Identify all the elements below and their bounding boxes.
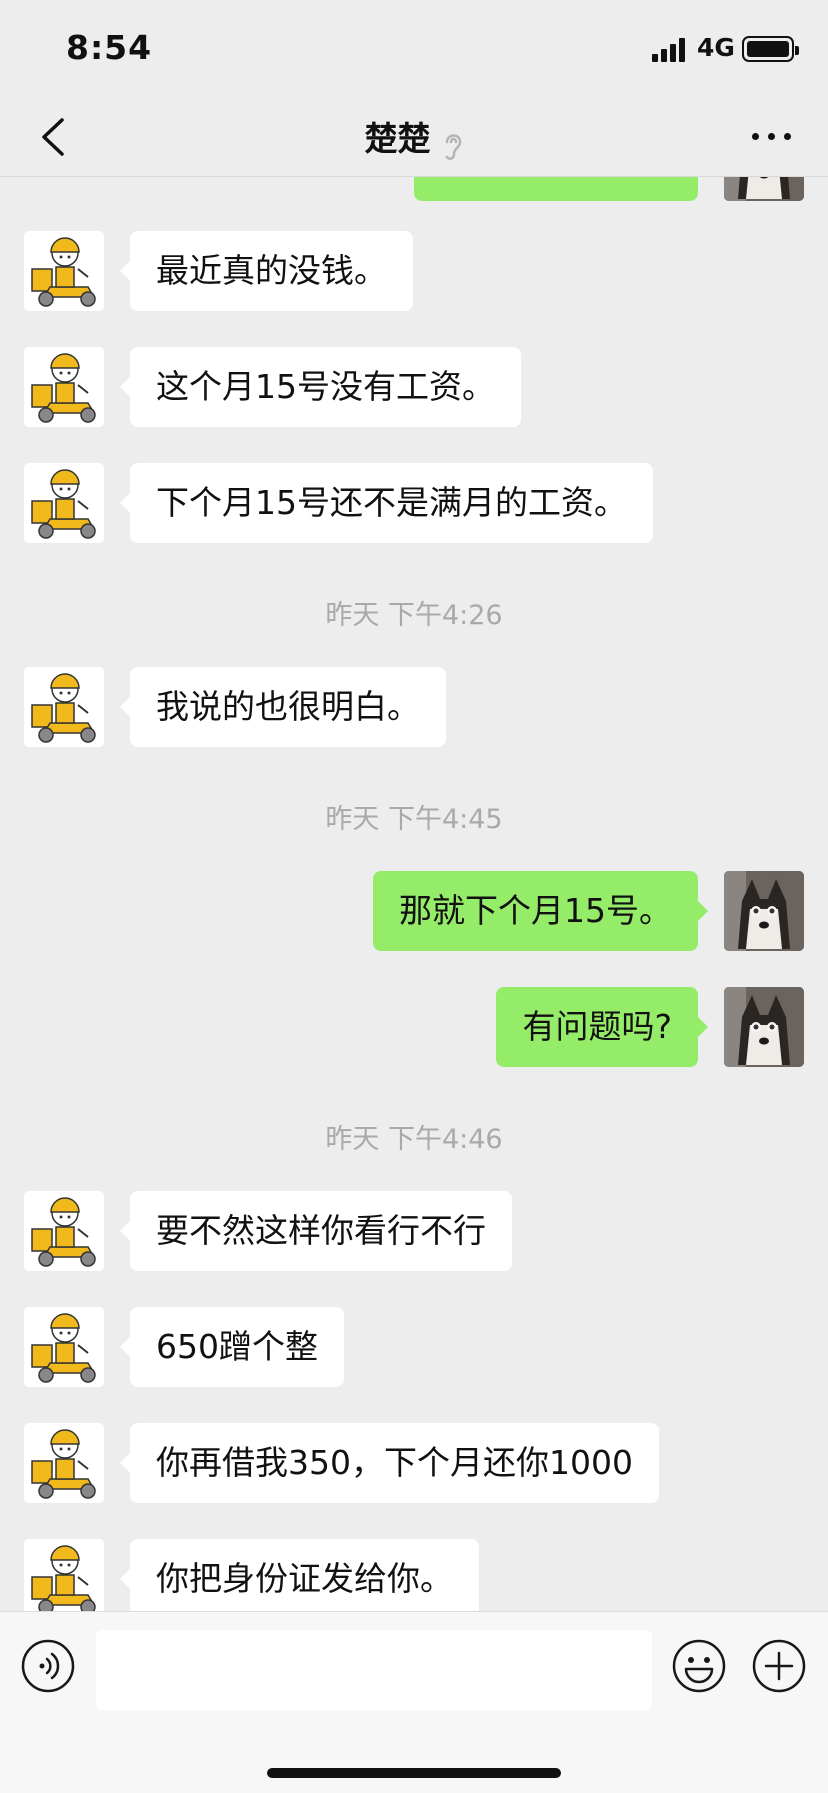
ear-icon bbox=[445, 133, 461, 160]
home-indicator[interactable] bbox=[267, 1768, 561, 1778]
delivery-rider-avatar-icon bbox=[24, 231, 104, 311]
message-bubble-outgoing[interactable] bbox=[414, 177, 698, 201]
message-row-incoming: 你把身份证发给你。 bbox=[0, 1539, 828, 1611]
more-functions-button[interactable] bbox=[751, 1638, 807, 1694]
delivery-rider-avatar-icon bbox=[24, 1191, 104, 1271]
message-timestamp: 昨天 下午4:45 bbox=[325, 804, 503, 835]
voice-button[interactable] bbox=[20, 1638, 76, 1694]
battery-icon bbox=[742, 36, 799, 62]
avatar-self[interactable] bbox=[724, 987, 804, 1067]
delivery-rider-avatar-icon bbox=[24, 347, 104, 427]
message-bubble-incoming[interactable]: 你把身份证发给你。 bbox=[120, 1539, 479, 1611]
message-bubble-outgoing[interactable]: 有问题吗? bbox=[496, 987, 708, 1067]
message-row-incoming: 下个月15号还不是满月的工资。 bbox=[0, 463, 828, 547]
message-row-incoming: 650蹭个整 bbox=[0, 1307, 828, 1391]
message-bubble-incoming[interactable]: 你再借我350，下个月还你1000 bbox=[120, 1423, 659, 1503]
avatar-contact[interactable] bbox=[24, 667, 104, 747]
avatar-self[interactable] bbox=[724, 177, 804, 201]
message-bubble-outgoing[interactable]: 那就下个月15号。 bbox=[373, 871, 708, 951]
message-row-outgoing: 那就下个月15号。 bbox=[0, 871, 828, 955]
message-bubble-incoming[interactable]: 我说的也很明白。 bbox=[120, 667, 446, 747]
contact-name: 楚楚 bbox=[364, 119, 431, 158]
voice-icon bbox=[21, 1639, 75, 1693]
message-row-incoming: 最近真的没钱。 bbox=[0, 231, 828, 315]
delivery-rider-avatar-icon bbox=[24, 1539, 104, 1611]
message-timestamp: 昨天 下午4:46 bbox=[325, 1124, 503, 1155]
smiley-icon bbox=[672, 1639, 726, 1693]
chat-input-bar bbox=[0, 1611, 828, 1793]
husky-avatar-icon bbox=[724, 177, 804, 201]
husky-avatar-icon bbox=[724, 987, 804, 1067]
message-row-incoming: 你再借我350，下个月还你1000 bbox=[0, 1423, 828, 1507]
delivery-rider-avatar-icon bbox=[24, 463, 104, 543]
avatar-contact[interactable] bbox=[24, 1191, 104, 1271]
more-options-button[interactable] bbox=[752, 130, 792, 144]
avatar-contact[interactable] bbox=[24, 231, 104, 311]
avatar-contact[interactable] bbox=[24, 1539, 104, 1611]
avatar-contact[interactable] bbox=[24, 463, 104, 543]
message-input[interactable] bbox=[96, 1630, 652, 1710]
status-time: 8:54 bbox=[66, 28, 153, 67]
avatar-contact[interactable] bbox=[24, 1423, 104, 1503]
avatar-contact[interactable] bbox=[24, 1307, 104, 1387]
message-row-incoming: 这个月15号没有工资。 bbox=[0, 347, 828, 431]
network-type: 4G bbox=[697, 33, 735, 62]
message-list[interactable]: 最近真的没钱。 这个月15号没有工资。 下个月15号还不是满月的工资。 昨天 下… bbox=[0, 177, 828, 1611]
chat-header: 楚楚 bbox=[0, 100, 828, 177]
message-row-incoming: 我说的也很明白。 bbox=[0, 667, 828, 751]
avatar-self[interactable] bbox=[724, 871, 804, 951]
message-row-outgoing: 有问题吗? bbox=[0, 987, 828, 1071]
plus-icon bbox=[752, 1639, 806, 1693]
message-bubble-incoming[interactable]: 这个月15号没有工资。 bbox=[120, 347, 521, 427]
message-timestamp: 昨天 下午4:26 bbox=[325, 600, 503, 631]
message-row-outgoing bbox=[0, 177, 828, 205]
message-row-incoming: 要不然这样你看行不行 bbox=[0, 1191, 828, 1275]
delivery-rider-avatar-icon bbox=[24, 1307, 104, 1387]
message-bubble-incoming[interactable]: 要不然这样你看行不行 bbox=[120, 1191, 512, 1271]
delivery-rider-avatar-icon bbox=[24, 1423, 104, 1503]
message-bubble-incoming[interactable]: 650蹭个整 bbox=[120, 1307, 344, 1387]
delivery-rider-avatar-icon bbox=[24, 667, 104, 747]
status-bar: 8:54 4G bbox=[0, 0, 828, 100]
husky-avatar-icon bbox=[724, 871, 804, 951]
avatar-contact[interactable] bbox=[24, 347, 104, 427]
signal-icon bbox=[652, 38, 686, 62]
message-bubble-incoming[interactable]: 最近真的没钱。 bbox=[120, 231, 413, 311]
emoji-button[interactable] bbox=[671, 1638, 727, 1694]
message-bubble-incoming[interactable]: 下个月15号还不是满月的工资。 bbox=[120, 463, 653, 543]
